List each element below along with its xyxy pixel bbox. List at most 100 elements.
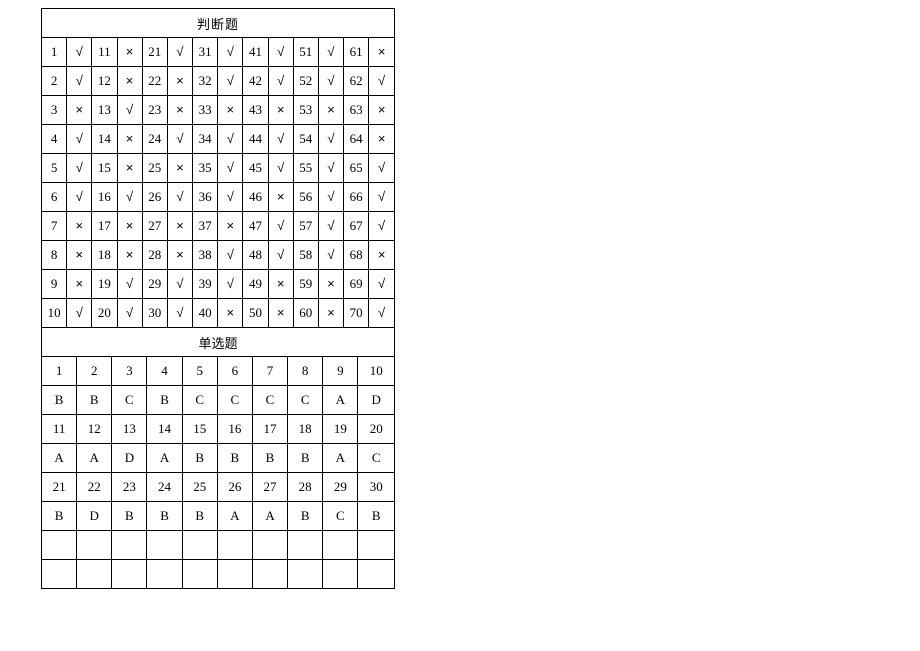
answer-mark xyxy=(218,96,243,125)
answer-mark xyxy=(117,154,142,183)
question-number: 51 xyxy=(293,38,318,67)
question-number: 59 xyxy=(293,270,318,299)
question-number: 21 xyxy=(142,38,167,67)
question-number: 19 xyxy=(323,415,358,444)
answer-mark xyxy=(369,299,395,328)
cross-icon xyxy=(176,247,184,262)
answer-mark xyxy=(67,96,92,125)
answer-mark xyxy=(167,154,192,183)
question-number: 67 xyxy=(344,212,369,241)
answer-mark xyxy=(268,67,293,96)
answer-mark xyxy=(218,270,243,299)
judgment-title: 判断题 xyxy=(42,9,395,38)
question-number: 49 xyxy=(243,270,268,299)
question-number xyxy=(358,531,395,560)
question-number: 40 xyxy=(193,299,218,328)
answer-letter xyxy=(323,560,358,589)
answer-mark xyxy=(318,241,343,270)
answer-mark xyxy=(369,270,395,299)
question-number: 30 xyxy=(358,473,395,502)
question-number: 52 xyxy=(293,67,318,96)
question-number: 24 xyxy=(147,473,182,502)
question-number: 41 xyxy=(243,38,268,67)
check-icon xyxy=(327,44,334,59)
answer-mark xyxy=(67,183,92,212)
check-icon xyxy=(277,218,284,233)
answer-mark xyxy=(218,241,243,270)
question-number: 23 xyxy=(112,473,147,502)
answer-letter xyxy=(42,560,77,589)
answer-mark xyxy=(369,241,395,270)
choice-number-row xyxy=(42,531,395,560)
cross-icon xyxy=(226,305,234,320)
check-icon xyxy=(126,305,133,320)
answer-mark xyxy=(318,154,343,183)
question-number: 35 xyxy=(193,154,218,183)
cross-icon xyxy=(378,102,386,117)
check-icon xyxy=(227,276,234,291)
question-number: 20 xyxy=(358,415,395,444)
question-number: 16 xyxy=(217,415,252,444)
question-number: 2 xyxy=(42,67,67,96)
check-icon xyxy=(378,218,385,233)
answer-letter: A xyxy=(252,502,287,531)
question-number: 28 xyxy=(288,473,323,502)
answer-letter: C xyxy=(358,444,395,473)
answer-mark xyxy=(318,212,343,241)
question-number: 70 xyxy=(344,299,369,328)
check-icon xyxy=(327,247,334,262)
answer-letter: A xyxy=(323,444,358,473)
answer-mark xyxy=(318,270,343,299)
answer-mark xyxy=(218,212,243,241)
answer-mark xyxy=(268,154,293,183)
question-number: 7 xyxy=(42,212,67,241)
check-icon xyxy=(327,160,334,175)
answer-mark xyxy=(67,125,92,154)
question-number: 34 xyxy=(193,125,218,154)
question-number: 37 xyxy=(193,212,218,241)
answer-mark xyxy=(369,154,395,183)
cross-icon xyxy=(277,276,285,291)
question-number: 6 xyxy=(42,183,67,212)
question-number: 61 xyxy=(344,38,369,67)
question-number: 3 xyxy=(112,357,147,386)
answer-mark xyxy=(117,125,142,154)
check-icon xyxy=(378,276,385,291)
check-icon xyxy=(378,160,385,175)
question-number: 60 xyxy=(293,299,318,328)
answer-mark xyxy=(369,212,395,241)
question-number: 5 xyxy=(182,357,217,386)
cross-icon xyxy=(226,102,234,117)
check-icon xyxy=(378,73,385,88)
cross-icon xyxy=(277,189,285,204)
answer-mark xyxy=(67,212,92,241)
answer-letter: A xyxy=(147,444,182,473)
check-icon xyxy=(76,131,83,146)
question-number: 36 xyxy=(193,183,218,212)
question-number xyxy=(323,531,358,560)
question-number: 26 xyxy=(142,183,167,212)
cross-icon xyxy=(327,276,335,291)
cross-icon xyxy=(226,218,234,233)
answer-mark xyxy=(268,96,293,125)
answer-mark xyxy=(167,183,192,212)
answer-letter xyxy=(288,560,323,589)
question-number: 18 xyxy=(288,415,323,444)
answer-letter: B xyxy=(288,502,323,531)
check-icon xyxy=(126,102,133,117)
question-number: 1 xyxy=(42,38,67,67)
answer-mark xyxy=(167,67,192,96)
choice-number-row: 11121314151617181920 xyxy=(42,415,395,444)
question-number: 56 xyxy=(293,183,318,212)
choice-number-row: 21222324252627282930 xyxy=(42,473,395,502)
answer-mark xyxy=(167,270,192,299)
answer-mark xyxy=(369,125,395,154)
check-icon xyxy=(327,218,334,233)
question-number: 15 xyxy=(182,415,217,444)
answer-mark xyxy=(218,299,243,328)
question-number: 6 xyxy=(217,357,252,386)
check-icon xyxy=(176,189,183,204)
question-number: 9 xyxy=(42,270,67,299)
question-number: 23 xyxy=(142,96,167,125)
check-icon xyxy=(277,131,284,146)
